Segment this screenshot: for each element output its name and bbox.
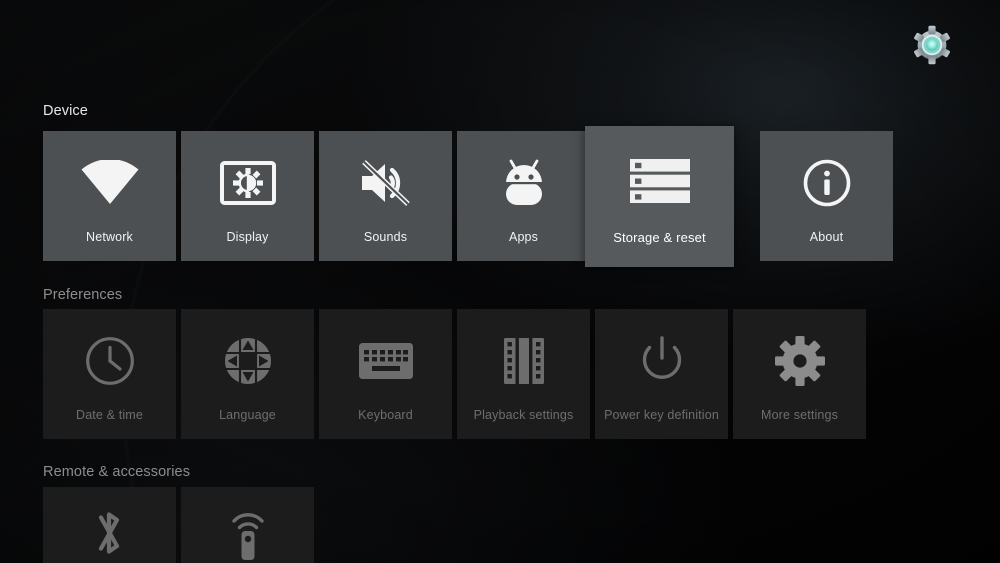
tile-storage-reset[interactable]: Storage & reset [585,126,734,267]
info-circle-icon [802,147,852,219]
tile-sounds[interactable]: Sounds [319,131,452,261]
section-row-preferences: Date & time Language Keyboard Playback s… [43,309,866,439]
section-title-device: Device [43,103,88,119]
tile-bluetooth[interactable]: Bluetooth [43,487,176,563]
tile-label: More settings [761,408,838,422]
storage-bars-icon [629,142,691,220]
tile-date-time[interactable]: Date & time [43,309,176,439]
tile-label: Network [86,230,133,244]
bluetooth-icon [91,503,129,563]
keyboard-icon [358,325,414,397]
power-icon [637,325,687,397]
volume-mute-icon [358,147,414,219]
tile-more-settings[interactable]: More settings [733,309,866,439]
tile-language[interactable]: Language [181,309,314,439]
tile-network[interactable]: Network [43,131,176,261]
globe-icon [222,325,274,397]
tile-keyboard[interactable]: Keyboard [319,309,452,439]
tile-label: Language [219,408,276,422]
tile-remote[interactable]: Remote [181,487,314,563]
remote-icon [224,503,272,563]
settings-content: Device Network Display Sounds Apps About… [0,0,1000,563]
tile-apps[interactable]: Apps [457,131,590,261]
android-robot-icon [498,147,550,219]
tile-label: About [809,230,844,244]
tile-label: Apps [508,230,539,244]
tile-about[interactable]: About [760,131,893,261]
section-row-device: Network Display Sounds Apps About [43,131,893,261]
tile-label: Keyboard [358,408,413,422]
gear-icon [773,325,827,397]
tile-power-key-definition[interactable]: Power key definition [595,309,728,439]
tile-label: Power key definition [604,408,719,422]
tile-label: Date & time [76,408,143,422]
tile-display[interactable]: Display [181,131,314,261]
tile-label: Sounds [363,230,408,244]
wifi-icon [80,147,140,219]
clock-icon [84,325,136,397]
tile-label: Display [226,230,269,244]
tile-label: Storage & reset [613,230,706,245]
section-title-remote-accessories: Remote & accessories [43,464,191,480]
settings-screen: Device Network Display Sounds Apps About… [0,0,1000,563]
tile-label: Playback settings [473,408,574,422]
section-row-remote-accessories: Bluetooth Remote [43,487,314,563]
brightness-icon [219,147,277,219]
film-strip-icon [502,325,546,397]
section-title-preferences: Preferences [43,287,123,303]
tile-playback-settings[interactable]: Playback settings [457,309,590,439]
